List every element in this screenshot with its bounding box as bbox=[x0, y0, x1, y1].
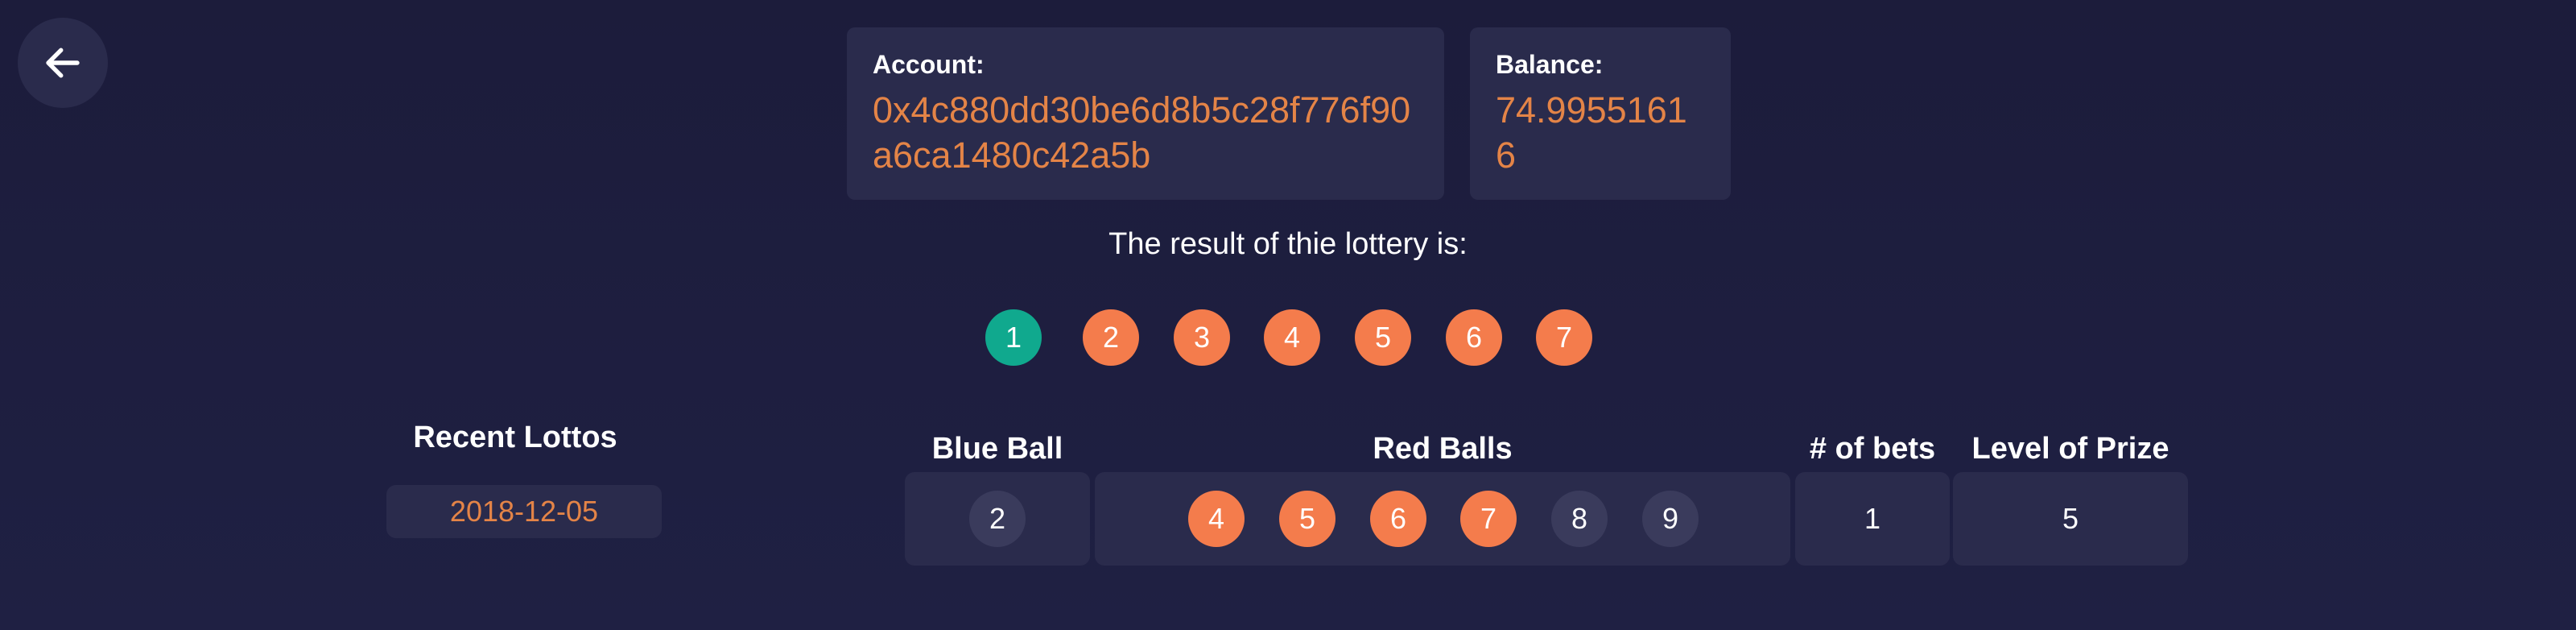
balance-card: Balance: 74.99551616 bbox=[1470, 27, 1731, 200]
account-card: Account: 0x4c880dd30be6d8b5c28f776f90a6c… bbox=[847, 27, 1444, 200]
red-balls-header: Red Balls bbox=[1373, 432, 1513, 466]
bet-red-ball-unmatched: 9 bbox=[1642, 491, 1699, 547]
account-address: 0x4c880dd30be6d8b5c28f776f90a6ca1480c42a… bbox=[873, 89, 1411, 176]
balance-label: Balance: bbox=[1496, 50, 1604, 79]
arrow-left-icon bbox=[46, 48, 80, 78]
prize-level-header: Level of Prize bbox=[1971, 432, 2169, 466]
result-red-ball: 2 bbox=[1083, 309, 1139, 366]
bet-red-ball-matched: 7 bbox=[1460, 491, 1517, 547]
recent-lottos-title: Recent Lottos bbox=[413, 421, 617, 454]
recent-lotto-item[interactable]: 2018-12-05 bbox=[386, 485, 662, 538]
bet-red-balls-cell: 4 5 6 7 8 9 bbox=[1095, 472, 1790, 566]
result-balls: 1 2 3 4 5 6 7 bbox=[0, 309, 2576, 367]
bet-red-ball-unmatched: 8 bbox=[1551, 491, 1608, 547]
account-label: Account: bbox=[873, 50, 985, 79]
bets-count-cell: 1 bbox=[1795, 472, 1950, 566]
bet-red-ball-matched: 6 bbox=[1370, 491, 1426, 547]
bet-red-ball-matched: 4 bbox=[1188, 491, 1245, 547]
lottery-result-page: Account: 0x4c880dd30be6d8b5c28f776f90a6c… bbox=[0, 0, 2576, 630]
blue-ball-header: Blue Ball bbox=[931, 432, 1063, 466]
bet-blue-ball: 2 bbox=[969, 491, 1026, 547]
result-heading: The result of thie lottery is: bbox=[1108, 227, 1468, 261]
result-red-ball: 4 bbox=[1264, 309, 1320, 366]
result-blue-ball: 1 bbox=[985, 309, 1042, 366]
result-red-ball: 6 bbox=[1446, 309, 1502, 366]
prize-level: 5 bbox=[2062, 502, 2079, 535]
result-red-ball: 7 bbox=[1536, 309, 1592, 366]
result-red-ball: 3 bbox=[1174, 309, 1230, 366]
result-red-ball: 5 bbox=[1355, 309, 1411, 366]
bets-header: # of bets bbox=[1809, 432, 1936, 466]
prize-level-cell: 5 bbox=[1953, 472, 2188, 566]
bet-red-ball-matched: 5 bbox=[1279, 491, 1335, 547]
back-button[interactable] bbox=[18, 18, 108, 108]
balance-value: 74.99551616 bbox=[1496, 89, 1687, 176]
bet-blue-ball-cell: 2 bbox=[905, 472, 1090, 566]
bets-count: 1 bbox=[1864, 502, 1881, 535]
